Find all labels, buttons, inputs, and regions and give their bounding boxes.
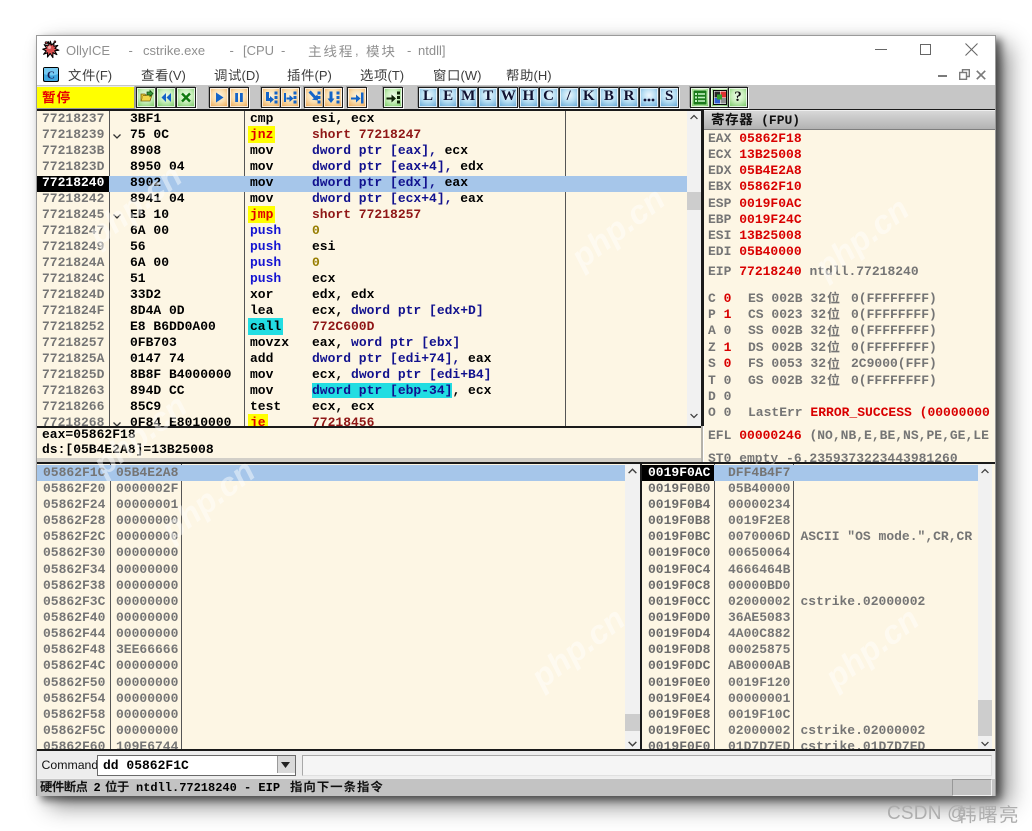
svg-text:C: C xyxy=(47,70,55,82)
